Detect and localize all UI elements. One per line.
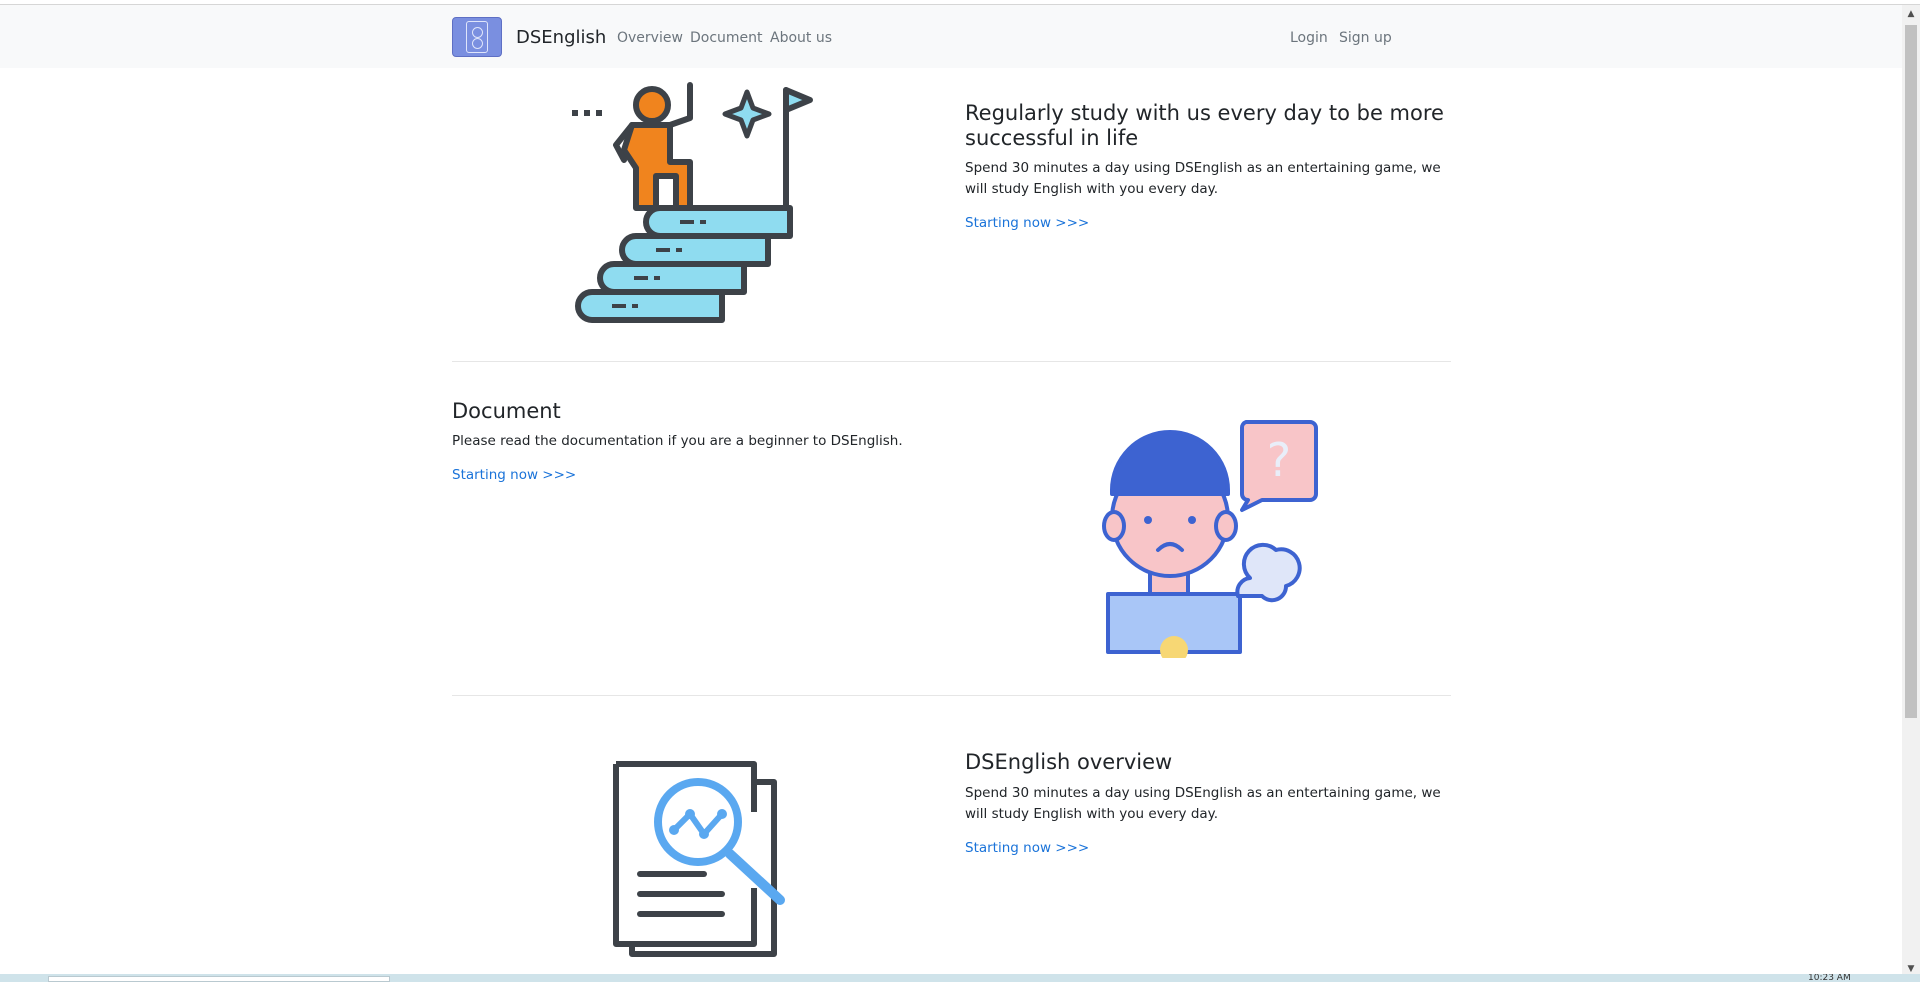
document-analytics-icon [613,761,785,957]
section-3-start-link[interactable]: Starting now >>> [965,840,1089,856]
scroll-up-arrow-icon[interactable]: ▲ [1902,5,1920,22]
section-1-start-link[interactable]: Starting now >>> [965,215,1089,231]
vertical-scrollbar[interactable]: ▲ ▼ [1902,5,1920,977]
confused-person-icon: ? [1102,420,1318,658]
nav-link-about-us[interactable]: About us [770,30,832,46]
section-3-text: Spend 30 minutes a day using DSEnglish a… [965,785,1441,822]
section-2-start-link[interactable]: Starting now >>> [452,467,576,483]
section-1-text: Spend 30 minutes a day using DSEnglish a… [965,160,1441,197]
section-3-title: DSEnglish overview [965,750,1173,774]
brand-name[interactable]: DSEnglish [516,27,606,48]
scrollbar-thumb[interactable] [1905,25,1917,718]
logo-glyph-icon [466,21,488,53]
taskbar-clock: 10:23 AM [1808,974,1851,982]
login-link[interactable]: Login [1290,30,1328,46]
taskbar-search-box[interactable] [48,976,390,982]
divider [452,361,1451,362]
navbar: DSEnglish Overview Document About us Log… [0,5,1902,68]
divider [452,695,1451,696]
stairs-books-icon [572,82,813,323]
section-2-text: Please read the documentation if you are… [452,433,903,449]
nav-link-overview[interactable]: Overview [617,30,683,46]
section-2-title: Document [452,399,561,423]
nav-link-document[interactable]: Document [690,30,763,46]
brand-logo[interactable] [452,17,502,57]
signup-link[interactable]: Sign up [1339,30,1392,46]
svg-text:?: ? [1267,433,1291,487]
section-1-title: Regularly study with us every day to be … [965,101,1444,150]
